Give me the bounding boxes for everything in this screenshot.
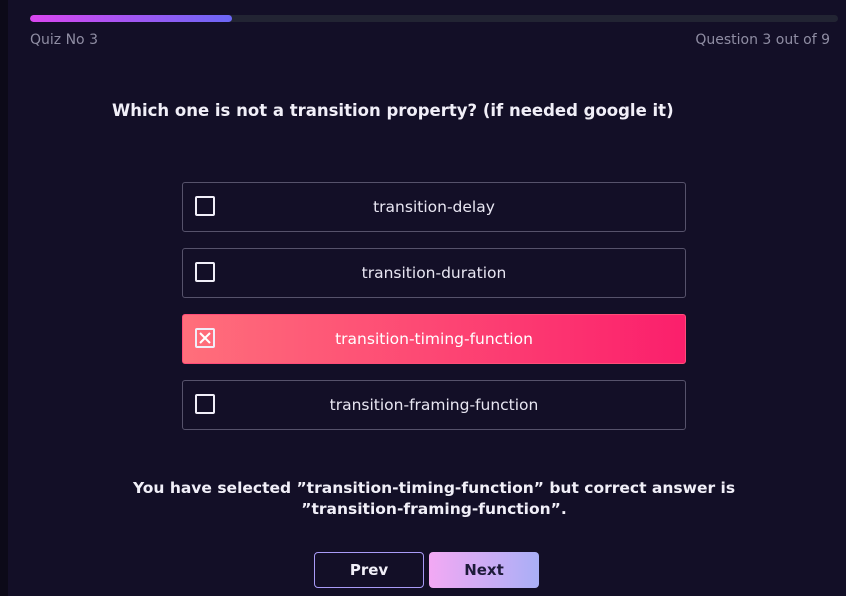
quiz-title: Quiz No 3 [30, 32, 98, 48]
option-label: transition-delay [373, 198, 495, 216]
next-button[interactable]: Next [429, 552, 539, 588]
progress-fill [30, 15, 232, 22]
option-label: transition-timing-function [335, 330, 533, 348]
option-label: transition-framing-function [329, 396, 539, 414]
answer-options: transition-delay transition-duration tra… [182, 182, 686, 446]
option-transition-framing-function[interactable]: transition-framing-function [182, 380, 686, 430]
option-transition-timing-function[interactable]: transition-timing-function [182, 314, 686, 364]
question-counter: Question 3 out of 9 [695, 32, 830, 48]
answer-feedback: You have selected ”transition-timing-fun… [112, 478, 756, 520]
prev-button[interactable]: Prev [314, 552, 424, 588]
feedback-line-2: ”transition-framing-function”. [301, 500, 567, 518]
option-transition-delay[interactable]: transition-delay [182, 182, 686, 232]
option-label: transition-duration [361, 264, 507, 282]
option-transition-duration[interactable]: transition-duration [182, 248, 686, 298]
feedback-line-1: You have selected ”transition-timing-fun… [132, 479, 736, 497]
quiz-panel: Quiz No 3 Question 3 out of 9 Which one … [8, 0, 846, 596]
progress-bar [30, 15, 838, 22]
question-text: Which one is not a transition property? … [112, 101, 674, 120]
